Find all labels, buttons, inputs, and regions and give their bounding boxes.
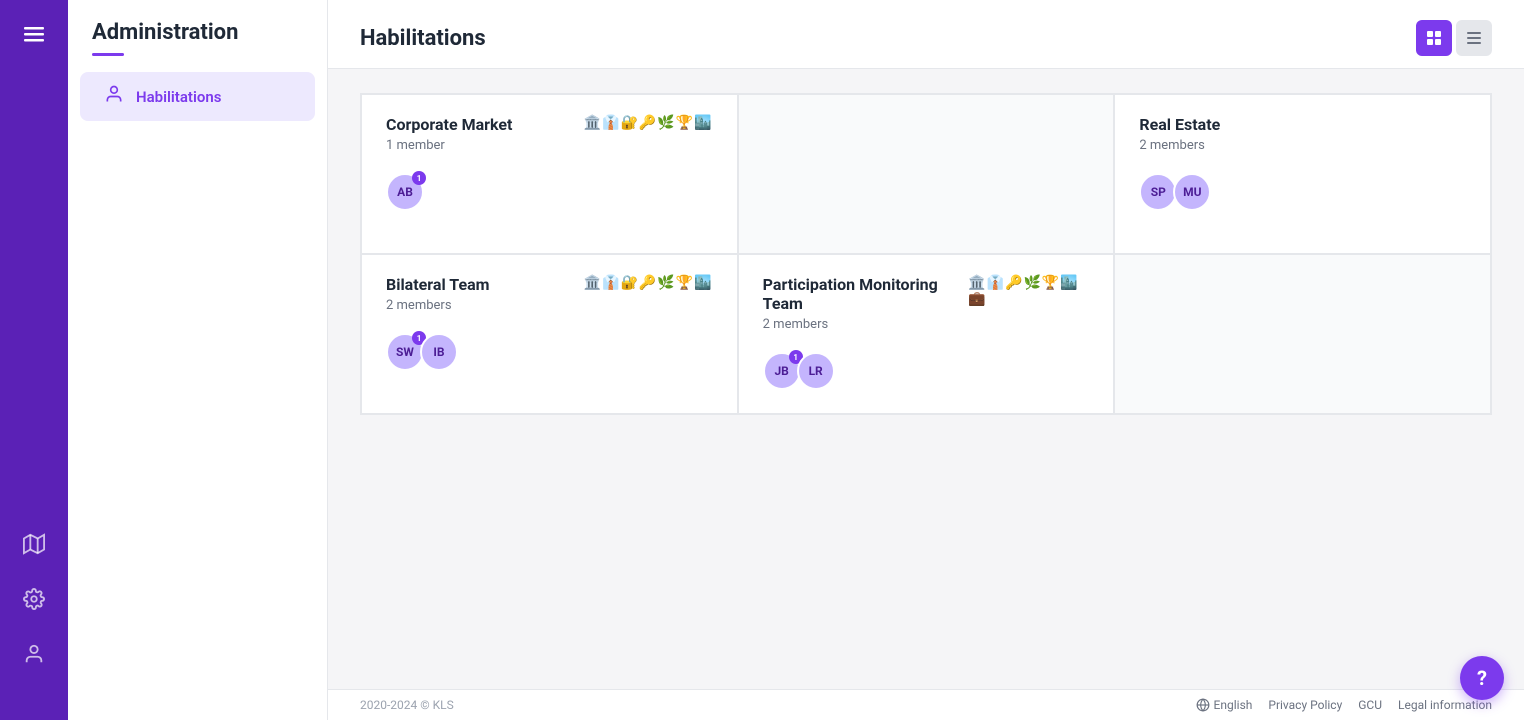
card-avatars: SW1IB <box>386 333 713 371</box>
nav-bottom-icons <box>13 523 55 680</box>
card-members-count: 1 member <box>386 138 713 153</box>
team-card[interactable] <box>738 94 1115 254</box>
sidebar-item-label: Habilitations <box>136 88 221 106</box>
habilitations-icon <box>104 84 124 109</box>
sidebar-title: Administration <box>68 0 327 53</box>
avatar-badge: 1 <box>412 171 426 185</box>
team-card[interactable]: Corporate Market 🏛️👔🔐🔑🌿🏆🏙️ 1 member AB1 <box>361 94 738 254</box>
card-permission-icons: 🏛️👔🔐🔑🌿🏆🏙️ <box>584 115 713 131</box>
help-button[interactable]: ? <box>1460 656 1504 700</box>
map-icon[interactable] <box>13 523 55 570</box>
card-avatars: AB1 <box>386 173 713 211</box>
avatar: IB <box>420 333 458 371</box>
sidebar-item-habilitations[interactable]: Habilitations <box>80 72 315 121</box>
footer-copyright: 2020-2024 © KLS <box>360 698 454 712</box>
view-toggle <box>1416 20 1492 56</box>
grid-view-button[interactable] <box>1416 20 1452 56</box>
footer-lang: English <box>1196 698 1253 712</box>
card-header: Corporate Market 🏛️👔🔐🔑🌿🏆🏙️ <box>386 115 713 134</box>
team-card[interactable]: Bilateral Team 🏛️👔🔐🔑🌿🏆🏙️ 2 members SW1IB <box>361 254 738 414</box>
card-header: Participation Monitoring Team🏛️👔🔑🌿🏆🏙️💼 <box>763 275 1090 313</box>
avatar: SP <box>1139 173 1177 211</box>
card-members-count: 2 members <box>386 298 713 313</box>
sidebar-divider <box>92 53 124 56</box>
team-card[interactable] <box>1114 254 1491 414</box>
card-avatars: JB1LR <box>763 352 1090 390</box>
cards-grid: Corporate Market 🏛️👔🔐🔑🌿🏆🏙️ 1 member AB1 Real… <box>360 93 1492 415</box>
team-card[interactable]: Real Estate 2 members SPMU <box>1114 94 1491 254</box>
avatar: JB1 <box>763 352 801 390</box>
card-title: Real Estate <box>1139 115 1220 134</box>
card-header: Real Estate <box>1139 115 1466 134</box>
card-permission-icons: 🏛️👔🔐🔑🌿🏆🏙️ <box>584 275 713 291</box>
privacy-policy-link[interactable]: Privacy Policy <box>1268 698 1342 712</box>
avatar: AB1 <box>386 173 424 211</box>
footer-lang-label: English <box>1214 698 1253 712</box>
legal-info-link[interactable]: Legal information <box>1398 698 1492 712</box>
avatar: SW1 <box>386 333 424 371</box>
footer: 2020-2024 © KLS English Privacy Policy G… <box>328 689 1524 720</box>
list-view-button[interactable] <box>1456 20 1492 56</box>
footer-links: English Privacy Policy GCU Legal informa… <box>1196 698 1492 712</box>
card-title: Bilateral Team <box>386 275 490 294</box>
gcu-link[interactable]: GCU <box>1358 698 1382 712</box>
sidebar: Administration Habilitations <box>68 0 328 720</box>
card-permission-icons: 🏛️👔🔑🌿🏆🏙️💼 <box>968 275 1089 307</box>
card-members-count: 2 members <box>763 317 1090 332</box>
cards-area: Corporate Market 🏛️👔🔐🔑🌿🏆🏙️ 1 member AB1 Real… <box>328 69 1524 689</box>
card-members-count: 2 members <box>1139 138 1466 153</box>
main-content: Habilitations Corporate Market <box>328 0 1524 720</box>
hamburger-menu[interactable] <box>16 16 52 57</box>
settings-icon[interactable] <box>13 578 55 625</box>
avatar: LR <box>797 352 835 390</box>
card-title: Participation Monitoring Team <box>763 275 969 313</box>
card-title: Corporate Market <box>386 115 512 134</box>
card-avatars: SPMU <box>1139 173 1466 211</box>
left-nav <box>0 0 68 720</box>
page-title: Habilitations <box>360 26 486 51</box>
help-icon: ? <box>1477 666 1487 690</box>
user-icon[interactable] <box>13 633 55 680</box>
avatar: MU <box>1173 173 1211 211</box>
card-header: Bilateral Team 🏛️👔🔐🔑🌿🏆🏙️ <box>386 275 713 294</box>
page-header: Habilitations <box>328 0 1524 69</box>
team-card[interactable]: Participation Monitoring Team🏛️👔🔑🌿🏆🏙️💼 2 … <box>738 254 1115 414</box>
